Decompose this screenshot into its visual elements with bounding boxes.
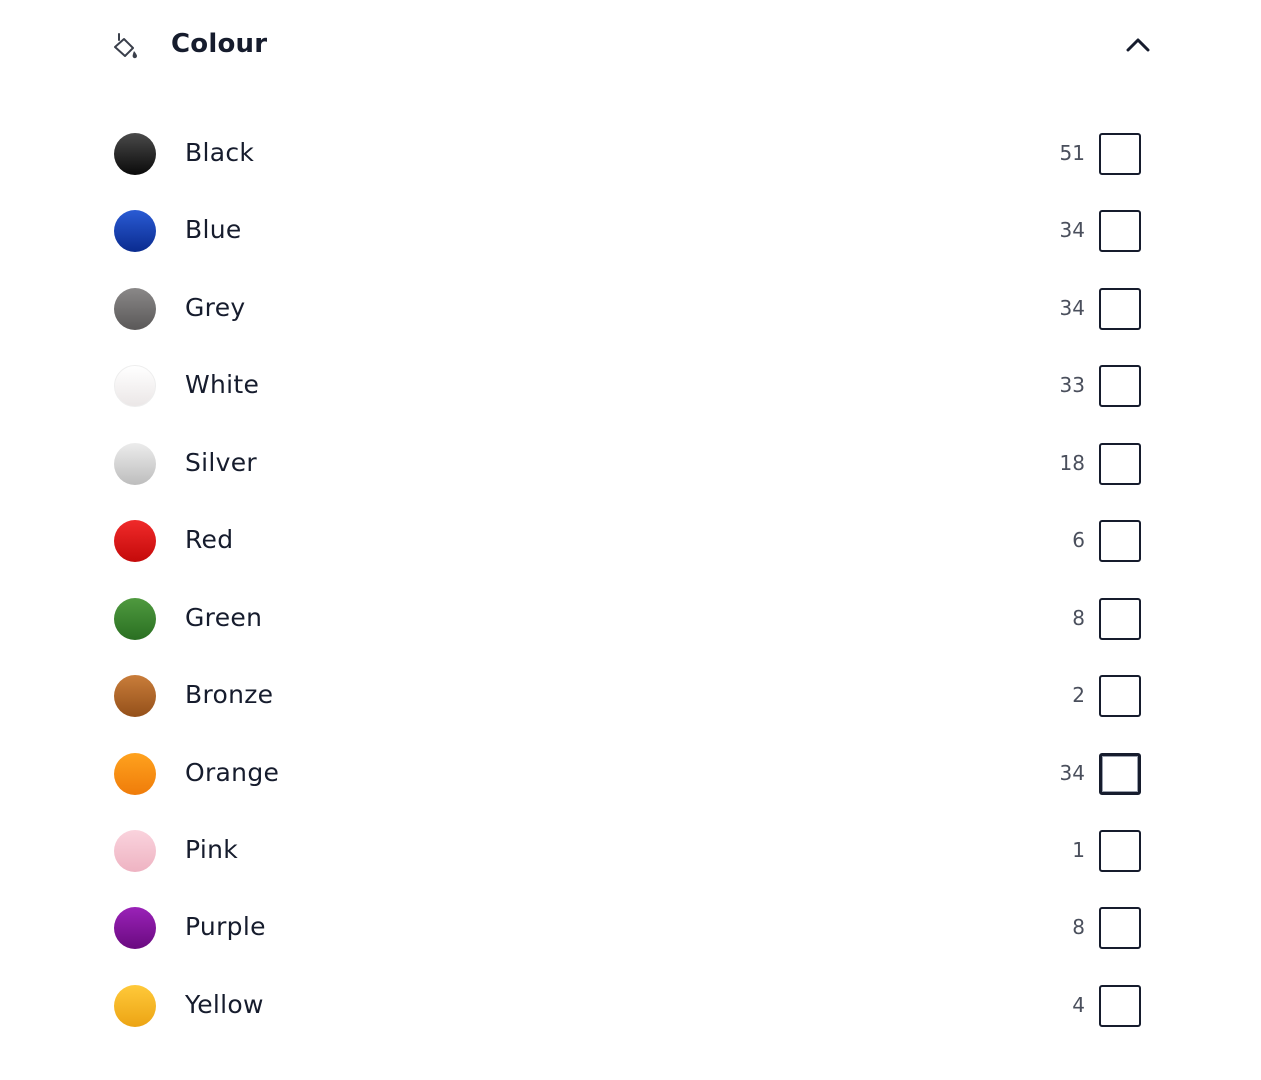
colour-swatch [114,365,156,408]
colour-checkbox[interactable] [1099,597,1141,640]
colour-label: Orange [185,757,280,787]
colour-label: Silver [185,447,258,477]
colour-option[interactable]: Blue 34 [0,192,1261,269]
colour-filter-panel: Colour Black 51 Blue 34 Grey 34 White 33… [0,0,1261,1080]
colour-swatch [114,210,156,253]
filter-title: Colour [171,29,268,59]
colour-option[interactable]: Bronze 2 [0,657,1261,734]
colour-count: 6 [1072,528,1085,553]
colour-count: 1 [1072,837,1085,862]
colour-label: Bronze [185,680,274,710]
colour-count: 2 [1072,683,1085,708]
colour-label: Purple [185,912,266,942]
colour-checkbox[interactable] [1099,829,1141,872]
colour-count: 8 [1072,605,1085,630]
colour-option[interactable]: Grey 34 [0,270,1261,347]
colour-swatch [114,520,156,563]
colour-option[interactable]: Green 8 [0,580,1261,657]
colour-label: Yellow [185,989,264,1019]
colour-count: 33 [1059,373,1085,398]
colour-count: 4 [1072,992,1085,1017]
colour-option[interactable]: White 33 [0,347,1261,424]
colour-checkbox[interactable] [1099,752,1141,795]
colour-count: 18 [1059,450,1085,475]
colour-swatch [114,675,156,718]
colour-count: 34 [1059,218,1085,243]
colour-label: White [185,370,260,400]
colour-count: 8 [1072,915,1085,940]
colour-swatch [114,287,156,330]
colour-checkbox[interactable] [1099,287,1141,330]
colour-label: Black [185,138,255,167]
colour-swatch [114,907,156,950]
colour-option[interactable]: Pink 1 [0,812,1261,889]
chevron-up-icon[interactable] [1124,33,1152,57]
colour-option[interactable]: Red 6 [0,502,1261,579]
colour-option[interactable]: Silver 18 [0,425,1261,502]
colour-label: Grey [185,292,246,322]
colour-swatch [114,133,156,175]
colour-checkbox[interactable] [1099,365,1141,408]
colour-count: 51 [1059,141,1085,165]
colour-option[interactable]: Orange 34 [0,735,1261,812]
colour-label: Green [185,602,263,632]
colour-swatch [114,752,156,795]
colour-label: Red [185,525,234,555]
colour-swatch [114,597,156,640]
colour-option-list: Black 51 Blue 34 Grey 34 White 33 Silver… [0,115,1261,1044]
colour-swatch [114,829,156,872]
paint-bucket-icon [112,30,140,60]
colour-option[interactable]: Purple 8 [0,889,1261,966]
colour-checkbox[interactable] [1099,520,1141,563]
colour-label: Pink [185,834,238,864]
colour-count: 34 [1059,760,1085,785]
colour-checkbox[interactable] [1099,442,1141,485]
colour-checkbox[interactable] [1099,984,1141,1027]
colour-filter-header[interactable]: Colour [108,20,1156,70]
colour-count: 34 [1059,295,1085,320]
colour-checkbox[interactable] [1099,133,1141,175]
colour-option[interactable]: Black 51 [0,115,1261,192]
colour-checkbox[interactable] [1099,907,1141,950]
colour-checkbox[interactable] [1099,210,1141,253]
colour-option[interactable]: Yellow 4 [0,967,1261,1044]
colour-swatch [114,984,156,1027]
colour-checkbox[interactable] [1099,675,1141,718]
colour-label: Blue [185,215,242,245]
colour-swatch [114,442,156,485]
